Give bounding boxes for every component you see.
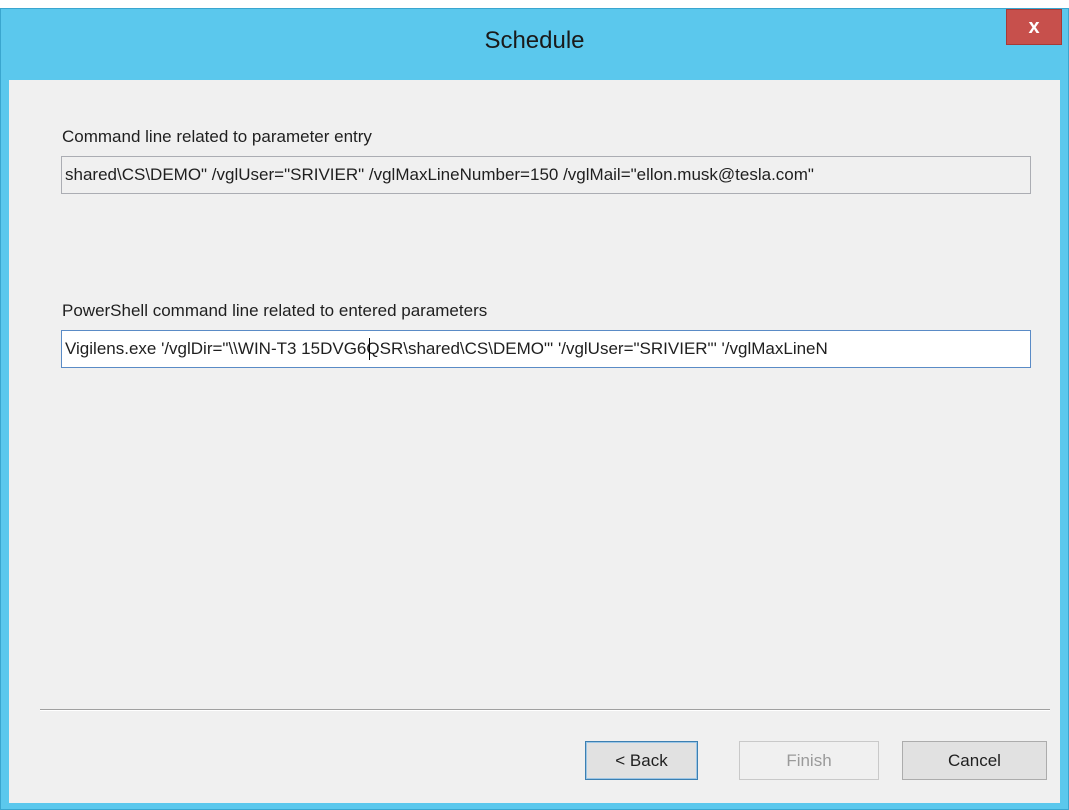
finish-button[interactable]: Finish — [739, 741, 879, 780]
dialog-content: Command line related to parameter entry … — [9, 80, 1060, 803]
close-icon: x — [1028, 16, 1040, 38]
powershell-command-value: Vigilens.exe '/vglDir="\\WIN-T3 15DVG6QS… — [65, 339, 828, 358]
background-strip — [0, 0, 1069, 8]
command-line-label: Command line related to parameter entry — [62, 127, 372, 146]
schedule-dialog: Schedule x Command line related to param… — [0, 8, 1069, 810]
powershell-label: PowerShell command line related to enter… — [62, 301, 488, 320]
text-caret — [369, 338, 370, 360]
command-line-value: shared\CS\DEMO" /vglUser="SRIVIER" /vglM… — [65, 165, 814, 184]
title-bar[interactable]: Schedule x — [1, 9, 1068, 81]
close-button[interactable]: x — [1006, 9, 1062, 45]
cancel-button[interactable]: Cancel — [902, 741, 1047, 780]
dialog-title: Schedule — [484, 27, 585, 54]
separator — [40, 709, 1050, 711]
back-button[interactable]: < Back — [585, 741, 698, 780]
command-line-field[interactable]: shared\CS\DEMO" /vglUser="SRIVIER" /vglM… — [61, 156, 1031, 194]
powershell-command-field[interactable]: Vigilens.exe '/vglDir="\\WIN-T3 15DVG6QS… — [61, 330, 1031, 368]
